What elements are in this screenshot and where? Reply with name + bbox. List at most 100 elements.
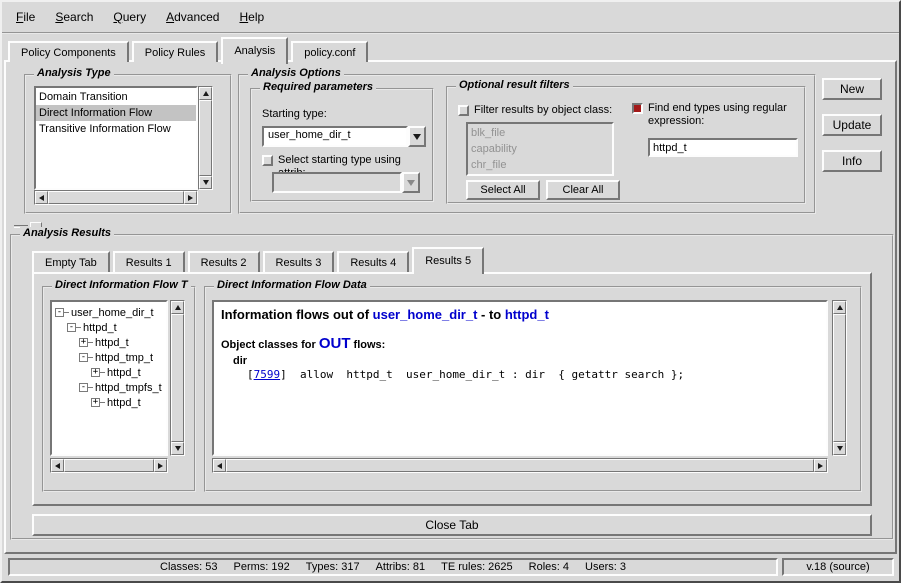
- menu-advanced[interactable]: Advanced: [156, 7, 229, 27]
- scrollbar-thumb[interactable]: [833, 314, 846, 442]
- scrollbar-thumb[interactable]: [48, 191, 184, 204]
- list-item-direct-information-flow[interactable]: Direct Information Flow: [36, 105, 196, 121]
- regex-checkbox-row[interactable]: Find end types using regular expression:: [632, 102, 800, 128]
- analysis-type-horizontal-scrollbar[interactable]: [34, 190, 198, 205]
- flow-tree-groupbox: Direct Information Flow T -user_home_dir…: [42, 286, 196, 492]
- rule-bracket-close: ]: [280, 368, 287, 381]
- new-button[interactable]: New: [822, 78, 882, 100]
- tab-policy-rules[interactable]: Policy Rules: [132, 41, 219, 62]
- results-tab-bar: Empty Tab Results 1 Results 2 Results 3 …: [32, 250, 487, 272]
- tree-node[interactable]: -httpd_tmpfs_t: [53, 380, 165, 395]
- scroll-down-button[interactable]: [833, 442, 846, 455]
- rule-number-link[interactable]: 7599: [254, 368, 281, 381]
- tab-results-3[interactable]: Results 3: [263, 251, 335, 272]
- tree-vertical-scrollbar[interactable]: [170, 300, 185, 456]
- close-tab-button[interactable]: Close Tab: [32, 514, 872, 536]
- object-class-item: chr_file: [468, 157, 612, 173]
- optional-result-filters-title: Optional result filters: [456, 79, 573, 91]
- scrollbar-thumb[interactable]: [226, 459, 814, 472]
- status-roles: Roles: 4: [529, 561, 569, 573]
- analysis-type-groupbox: Analysis Type Domain Transition Direct I…: [24, 74, 232, 214]
- status-bar: Classes: 53 Perms: 192 Types: 317 Attrib…: [8, 558, 778, 576]
- arrow-right-icon: [158, 463, 163, 469]
- tab-results-2[interactable]: Results 2: [188, 251, 260, 272]
- scroll-left-button[interactable]: [35, 191, 48, 204]
- attrib-checkbox-indicator: [262, 155, 273, 166]
- tree-expander-icon[interactable]: -: [79, 383, 88, 392]
- menu-query[interactable]: Query: [103, 7, 156, 27]
- data-horizontal-scrollbar[interactable]: [212, 458, 828, 473]
- tree-expander-icon[interactable]: -: [55, 308, 64, 317]
- attrib-combobox-disabled: [272, 172, 420, 193]
- tab-analysis[interactable]: Analysis: [221, 37, 288, 64]
- version-badge: v.18 (source): [782, 558, 894, 576]
- scroll-down-button[interactable]: [199, 176, 212, 189]
- clear-all-button[interactable]: Clear All: [546, 180, 620, 200]
- tab-policy-components[interactable]: Policy Components: [8, 41, 129, 62]
- tree-node[interactable]: -httpd_t: [53, 320, 165, 335]
- main-tab-bar: Policy Components Policy Rules Analysis …: [8, 38, 371, 62]
- data-vertical-scrollbar[interactable]: [832, 300, 847, 456]
- info-button[interactable]: Info: [822, 150, 882, 172]
- tab-results-1[interactable]: Results 1: [113, 251, 185, 272]
- starting-type-value[interactable]: user_home_dir_t: [262, 126, 408, 147]
- tree-node[interactable]: +httpd_t: [53, 365, 165, 380]
- tree-expander-icon[interactable]: +: [91, 398, 100, 407]
- analysis-type-title: Analysis Type: [34, 67, 114, 79]
- tree-horizontal-scrollbar[interactable]: [50, 458, 168, 473]
- regex-input[interactable]: [648, 138, 798, 157]
- list-item-domain-transition[interactable]: Domain Transition: [36, 89, 196, 105]
- menu-file[interactable]: File: [6, 7, 45, 27]
- filter-checkbox-label: Filter results by object class:: [474, 104, 612, 117]
- filter-by-object-class-checkbox-row[interactable]: Filter results by object class:: [458, 104, 628, 117]
- flow-target-type: httpd_t: [505, 307, 549, 322]
- scroll-right-button[interactable]: [154, 459, 167, 472]
- scroll-up-button[interactable]: [171, 301, 184, 314]
- results-tab-panel: Direct Information Flow T -user_home_dir…: [32, 272, 872, 506]
- tab-results-4[interactable]: Results 4: [337, 251, 409, 272]
- tree-expander-icon[interactable]: +: [79, 338, 88, 347]
- menu-search[interactable]: Search: [45, 7, 103, 27]
- scroll-left-button[interactable]: [213, 459, 226, 472]
- tree-node[interactable]: -user_home_dir_t: [53, 305, 165, 320]
- status-classes: Classes: 53: [160, 561, 217, 573]
- scroll-down-button[interactable]: [171, 442, 184, 455]
- optional-result-filters-groupbox: Optional result filters Filter results b…: [446, 86, 806, 204]
- scrollbar-thumb[interactable]: [64, 459, 154, 472]
- scroll-right-button[interactable]: [184, 191, 197, 204]
- scroll-up-button[interactable]: [199, 87, 212, 100]
- tab-policy-conf[interactable]: policy.conf: [291, 41, 368, 62]
- scroll-up-button[interactable]: [833, 301, 846, 314]
- scroll-right-button[interactable]: [814, 459, 827, 472]
- analysis-type-vertical-scrollbar[interactable]: [198, 86, 213, 190]
- tree-node[interactable]: +httpd_t: [53, 335, 165, 350]
- scroll-left-button[interactable]: [51, 459, 64, 472]
- update-button[interactable]: Update: [822, 114, 882, 136]
- tree-node[interactable]: +httpd_t: [53, 395, 165, 410]
- classes-suffix: flows:: [351, 339, 386, 351]
- arrow-left-icon: [55, 463, 60, 469]
- list-item-transitive-information-flow[interactable]: Transitive Information Flow: [36, 121, 196, 137]
- analysis-options-groupbox: Analysis Options Required parameters Sta…: [238, 74, 816, 214]
- status-attribs: Attribs: 81: [376, 561, 426, 573]
- tree-expander-icon[interactable]: +: [91, 368, 100, 377]
- arrow-up-icon: [203, 91, 209, 96]
- chevron-down-icon: [413, 134, 421, 140]
- analysis-type-listbox: Domain Transition Direct Information Flo…: [34, 86, 198, 190]
- tab-results-5[interactable]: Results 5: [412, 247, 484, 274]
- tree-expander-icon[interactable]: -: [79, 353, 88, 362]
- starting-type-combobox[interactable]: user_home_dir_t: [262, 126, 426, 147]
- menu-help[interactable]: Help: [229, 7, 274, 27]
- select-all-button[interactable]: Select All: [466, 180, 540, 200]
- combo-dropdown-button[interactable]: [408, 126, 426, 147]
- tree-expander-icon[interactable]: -: [67, 323, 76, 332]
- flow-data-text[interactable]: Information flows out of user_home_dir_t…: [212, 300, 828, 456]
- scrollbar-thumb[interactable]: [171, 314, 184, 442]
- tree-node[interactable]: -httpd_tmp_t: [53, 350, 165, 365]
- analysis-results-title: Analysis Results: [20, 227, 114, 239]
- arrow-down-icon: [175, 446, 181, 451]
- scrollbar-thumb[interactable]: [199, 100, 212, 176]
- required-parameters-groupbox: Required parameters Starting type: user_…: [250, 88, 434, 202]
- apol-window: File Search Query Advanced Help Policy C…: [0, 0, 901, 583]
- tab-empty[interactable]: Empty Tab: [32, 251, 110, 272]
